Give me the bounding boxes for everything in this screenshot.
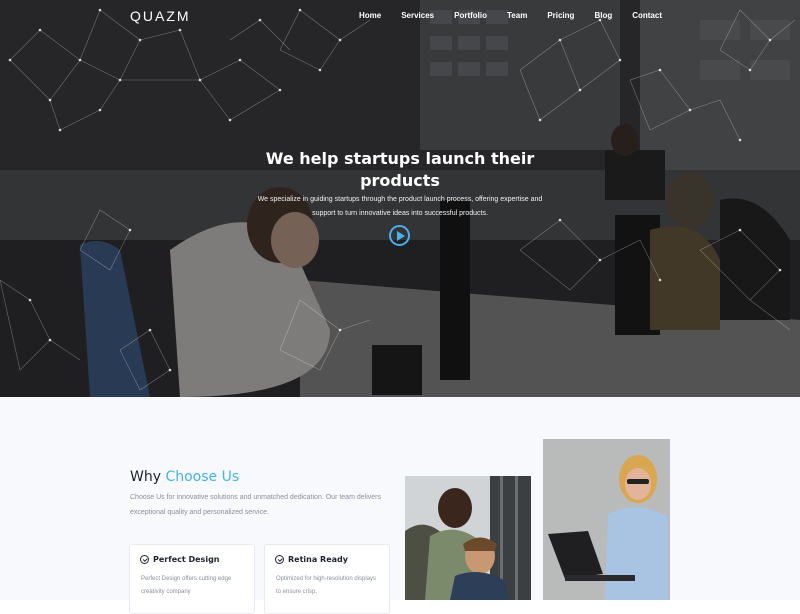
play-video-button[interactable] [389, 225, 410, 246]
why-title-plain: Why [130, 469, 166, 485]
nav-link-portfolio[interactable]: Portfolio [454, 11, 487, 20]
feature-card-title: Retina Ready [288, 555, 348, 564]
team-photo-men-laughing [405, 476, 531, 600]
hero-section: QUAZM Home Services Portfolio Team Prici… [0, 0, 800, 397]
nav-link-contact[interactable]: Contact [632, 11, 662, 20]
nav-link-home[interactable]: Home [359, 11, 381, 20]
feature-card-text: Optimized for high-resolution displays t… [276, 576, 377, 595]
why-choose-us-section: Why Choose Us Choose Us for innovative s… [0, 397, 800, 614]
feature-card-title: Perfect Design [153, 555, 220, 564]
play-icon [396, 230, 405, 241]
nav-link-services[interactable]: Services [401, 11, 434, 20]
check-circle-icon [140, 555, 149, 564]
woman-with-laptop-photo [543, 439, 670, 600]
top-navigation: QUAZM Home Services Portfolio Team Prici… [0, 0, 800, 32]
feature-card-perfect-design: Perfect Design Perfect Design offers cut… [129, 544, 255, 614]
nav-link-team[interactable]: Team [507, 11, 527, 20]
nav-link-blog[interactable]: Blog [594, 11, 612, 20]
why-title-accent: Choose Us [165, 469, 240, 485]
check-circle-icon [275, 555, 284, 564]
hero-subtitle: We specialize in guiding startups throug… [257, 196, 543, 217]
site-logo[interactable]: QUAZM [130, 8, 191, 24]
feature-card-text: Perfect Design offers cutting edge creat… [141, 576, 232, 595]
hero-title: We help startups launch their products [265, 149, 535, 190]
why-description: Choose Us for innovative solutions and u… [130, 494, 381, 516]
nav-links: Home Services Portfolio Team Pricing Blo… [339, 11, 662, 20]
why-section-title: Why Choose Us [130, 469, 239, 485]
nav-link-pricing[interactable]: Pricing [547, 11, 574, 20]
feature-card-retina-ready: Retina Ready Optimized for high-resoluti… [264, 544, 390, 614]
